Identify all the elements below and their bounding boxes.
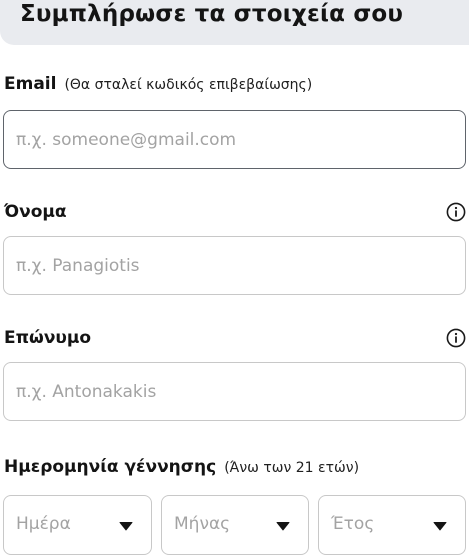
- last-name-input[interactable]: [4, 363, 465, 420]
- caret-down-icon: [276, 522, 290, 531]
- caret-down-icon: [433, 522, 447, 531]
- last-name-label: Επώνυμο: [4, 328, 92, 348]
- email-hint: (Θα σταλεί κωδικός επιβεβαίωσης): [64, 77, 313, 93]
- birth-date-label: Ημερομηνία γέννησης: [4, 457, 217, 477]
- caret-down-icon: [119, 522, 133, 531]
- last-name-field[interactable]: [3, 362, 466, 421]
- day-select-value: Ημέρα: [16, 514, 71, 534]
- month-select[interactable]: Μήνας: [161, 495, 309, 555]
- email-label-row: Email (Θα σταλεί κωδικός επιβεβαίωσης): [4, 74, 312, 94]
- page-title: Συμπλήρωσε τα στοιχεία σου: [20, 1, 404, 27]
- email-label: Email: [4, 74, 57, 94]
- year-select-value: Έτος: [331, 514, 375, 534]
- day-select[interactable]: Ημέρα: [3, 495, 152, 555]
- email-input[interactable]: [4, 111, 465, 168]
- email-field[interactable]: [3, 110, 466, 169]
- month-select-value: Μήνας: [174, 514, 231, 534]
- birth-date-label-row: Ημερομηνία γέννησης (Άνω των 21 ετών): [4, 457, 359, 477]
- first-name-input[interactable]: [4, 237, 465, 294]
- first-name-label: Όνομα: [4, 202, 67, 222]
- first-name-field[interactable]: [3, 236, 466, 295]
- info-icon[interactable]: [446, 202, 466, 222]
- info-icon[interactable]: [446, 328, 466, 348]
- form-header: Συμπλήρωσε τα στοιχεία σου: [0, 0, 469, 45]
- birth-date-hint: (Άνω των 21 ετών): [224, 460, 360, 476]
- year-select[interactable]: Έτος: [318, 495, 466, 555]
